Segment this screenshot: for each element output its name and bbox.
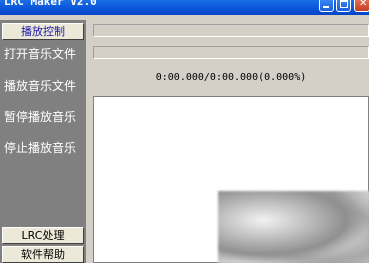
time-display: 0:00.000/0:00.000(0.000%) [155,72,307,83]
maximize-button[interactable] [336,0,351,12]
sidebar-item-pause-music[interactable]: 暂停播放音乐 [4,109,84,125]
maximize-icon [340,0,348,8]
progress-field[interactable] [93,46,369,59]
close-icon: ✕ [359,0,368,9]
album-art-image [218,191,369,263]
lrc-process-button[interactable]: LRC处理 [2,227,84,244]
minimize-button[interactable] [319,0,334,12]
software-help-button[interactable]: 软件帮助 [2,246,84,263]
window-title: LRC Maker V2.0 [4,0,97,8]
info-field-top [93,24,369,37]
close-button[interactable]: ✕ [354,0,369,12]
sidebar-item-open-music[interactable]: 打开音乐文件 [4,46,84,62]
sidebar-item-stop-music[interactable]: 停止播放音乐 [4,140,84,156]
minimize-icon [323,6,329,8]
playback-control-button[interactable]: 播放控制 [2,23,84,40]
sidebar: 播放控制 打开音乐文件 播放音乐文件 暂停播放音乐 停止播放音乐 LRC处理 软… [0,20,86,263]
title-bar: LRC Maker V2.0 ✕ [0,0,369,15]
sidebar-item-play-music[interactable]: 播放音乐文件 [4,78,84,94]
lyrics-display-area[interactable] [93,96,369,263]
